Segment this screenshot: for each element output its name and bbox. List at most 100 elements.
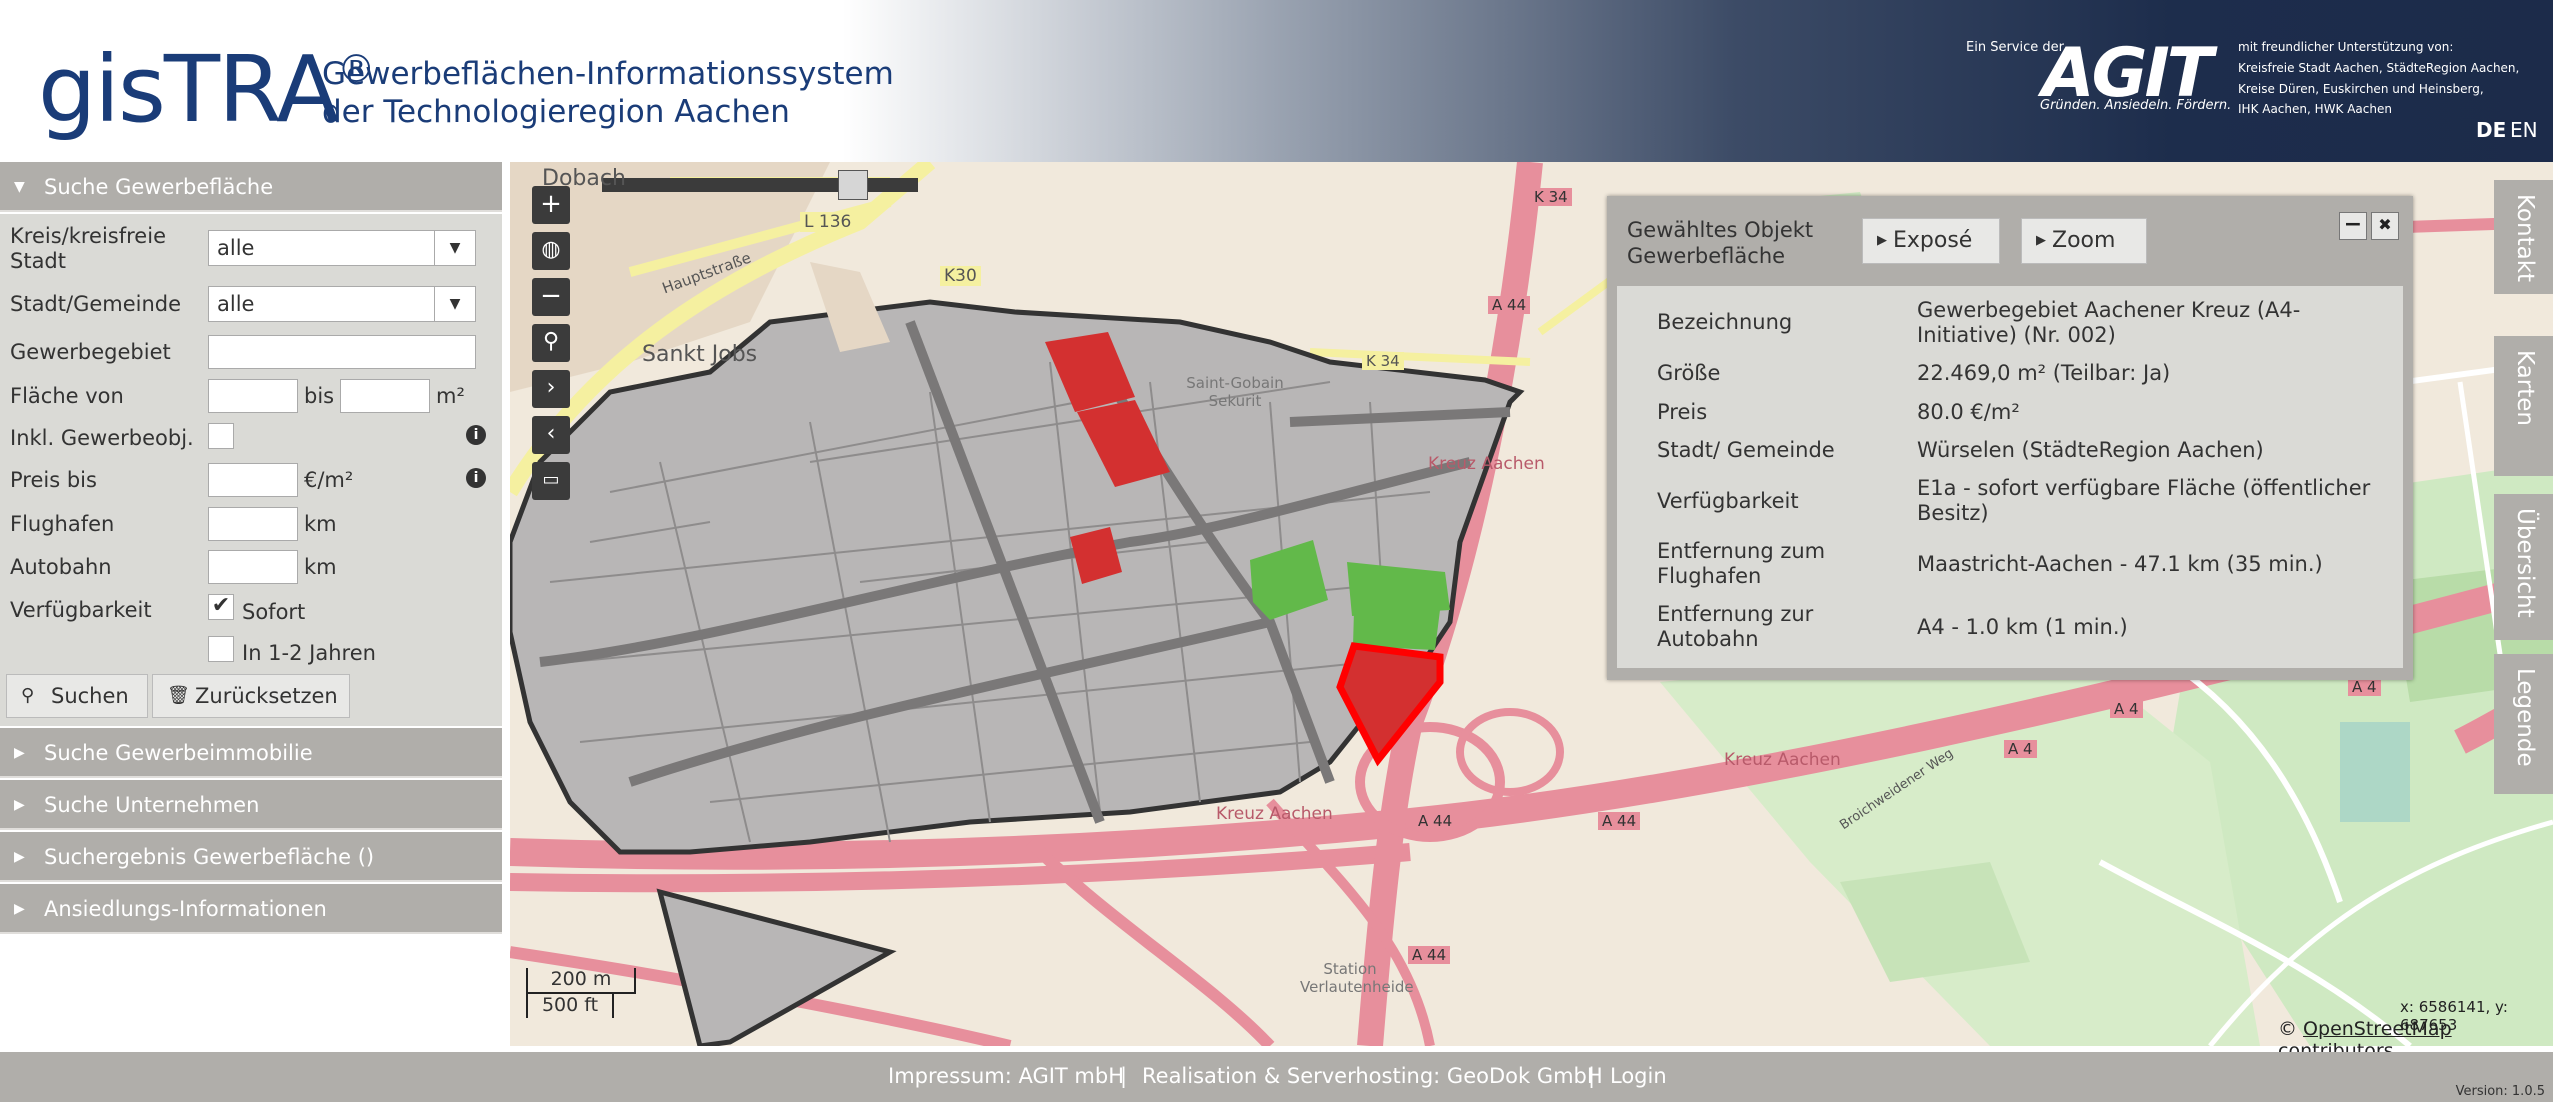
gewerbegebiet-label: Gewerbegebiet [10, 340, 171, 364]
preis-input[interactable] [208, 463, 298, 497]
attr-value: A4 - 1.0 km (1 min.) [1917, 615, 2128, 639]
accordion-suchergebnis[interactable]: ▶ Suchergebnis Gewerbefläche () [0, 832, 502, 882]
magnifier-icon[interactable]: ⚲ [532, 324, 570, 362]
zoom-out-button[interactable]: − [532, 278, 570, 316]
accordion-title: Suche Gewerbefläche [44, 175, 274, 199]
panel-title-2: Gewerbefläche [1627, 244, 1786, 268]
attr-value: 80.0 €/m² [1917, 400, 2020, 424]
flaeche-unit: m² [436, 384, 465, 408]
autobahn-unit: km [304, 555, 337, 579]
map-label: Saint-Gobain Sekurit [1186, 374, 1284, 410]
lang-de-link[interactable]: DE [2476, 118, 2506, 142]
zoom-slider-handle[interactable] [838, 170, 868, 200]
agit-tagline: Gründen. Ansiedeln. Fördern. [2040, 98, 2232, 113]
panel-title-1: Gewähltes Objekt [1627, 218, 1814, 242]
caret-right-icon: ▶ [2036, 233, 2046, 248]
info-icon[interactable]: i [466, 468, 486, 488]
flaeche-to-input[interactable] [340, 379, 430, 413]
inkl-label: Inkl. Gewerbeobj. [10, 426, 194, 450]
accordion-unternehmen[interactable]: ▶ Suche Unternehmen [0, 780, 502, 830]
map-label: Kreuz Aachen [1216, 804, 1333, 824]
expose-button[interactable]: ▶ Exposé [1862, 218, 2000, 264]
version-label: Version: 1.0.5 [2455, 1084, 2545, 1099]
info-icon[interactable]: i [466, 425, 486, 445]
back-icon[interactable]: ‹ [532, 416, 570, 454]
map-label: K 34 [1362, 352, 1404, 370]
bis-label: bis [304, 384, 335, 408]
sidebar: ▼ Suche Gewerbefläche Kreis/kreisfreie S… [0, 162, 502, 1052]
map-label: K30 [940, 266, 981, 286]
stadt-select[interactable]: alle ▼ [208, 286, 476, 322]
caret-right-icon: ▶ [1877, 233, 1887, 248]
map-label: A 44 [1598, 812, 1641, 830]
caret-right-icon: ▶ [14, 849, 25, 865]
zoom-in-button[interactable]: + [532, 186, 570, 224]
tab-karten[interactable]: Karten [2494, 336, 2553, 476]
footer: Impressum: AGIT mbH | Realisation & Serv… [0, 1052, 2553, 1102]
preis-label: Preis bis [10, 468, 97, 492]
caret-down-icon: ▼ [14, 179, 25, 195]
footer-separator: | [1120, 1064, 1128, 1088]
support-line: IHK Aachen, HWK Aachen [2238, 102, 2392, 116]
map-label: A 44 [1414, 812, 1457, 830]
zoom-button[interactable]: ▶ Zoom [2021, 218, 2147, 264]
search-icon: ⚲ [21, 685, 35, 706]
globe-icon[interactable]: ◍ [532, 232, 570, 270]
gewerbegebiet-input[interactable] [208, 335, 476, 369]
tab-kontakt[interactable]: Kontakt [2494, 180, 2553, 294]
header-subtitle-1: Gewerbeflächen-Informationssystem [322, 56, 894, 92]
stadt-label: Stadt/Gemeinde [10, 292, 182, 316]
sofort-checkbox[interactable]: ✔ [208, 594, 234, 620]
trash-icon: 🗑 [167, 685, 190, 706]
selected-feature-panel: Gewähltes Objekt Gewerbefläche ▶ Exposé … [1607, 196, 2413, 680]
lang-en-link[interactable]: EN [2510, 118, 2538, 142]
map-label: A 44 [1408, 946, 1451, 964]
map-label: Station Verlautenheide [1300, 960, 1414, 996]
chevron-down-icon: ▼ [434, 231, 475, 265]
jahre-label: In 1-2 Jahren [242, 641, 376, 665]
map-label: A 4 [2004, 740, 2037, 758]
tab-legende[interactable]: Legende [2494, 654, 2553, 794]
attr-key: Bezeichnung [1657, 310, 1793, 334]
caret-right-icon: ▶ [14, 797, 25, 813]
attr-value: E1a - sofort verfügbare Fläche (öffentli… [1917, 476, 2371, 525]
impressum-link[interactable]: Impressum: AGIT mbH [888, 1064, 1124, 1088]
forward-icon[interactable]: › [532, 370, 570, 408]
kreis-select[interactable]: alle ▼ [208, 230, 476, 266]
accordion-ansiedlung[interactable]: ▶ Ansiedlungs-Informationen [0, 884, 502, 934]
map-label: A 4 [2348, 678, 2381, 696]
attr-key: Größe [1657, 361, 1721, 385]
reset-button[interactable]: 🗑 Zurücksetzen [152, 674, 350, 718]
map-label: L 136 [800, 212, 856, 232]
attr-key: Verfügbarkeit [1657, 489, 1799, 513]
tab-uebersicht[interactable]: Übersicht [2494, 494, 2553, 640]
search-button[interactable]: ⚲ Suchen [6, 674, 148, 718]
attr-value: Maastricht-Aachen - 47.1 km (35 min.) [1917, 552, 2323, 576]
flughafen-input[interactable] [208, 507, 298, 541]
minimize-button[interactable]: − [2339, 212, 2367, 240]
accordion-search-area[interactable]: ▼ Suche Gewerbefläche [0, 162, 502, 212]
feature-attributes: Bezeichnung Gewerbegebiet Aachener Kreuz… [1617, 286, 2403, 668]
autobahn-input[interactable] [208, 550, 298, 584]
login-link[interactable]: Login [1610, 1064, 1667, 1088]
attr-key: Entfernung zur Autobahn [1657, 602, 1814, 651]
sofort-label: Sofort [242, 600, 306, 624]
support-line: Kreisfreie Stadt Aachen, StädteRegion Aa… [2238, 61, 2520, 75]
osm-link[interactable]: OpenStreetMap [2303, 1018, 2452, 1040]
ruler-icon[interactable]: ▭ [532, 462, 570, 500]
close-button[interactable]: ✖ [2371, 212, 2399, 240]
zoom-slider[interactable] [602, 178, 918, 192]
realisation-link[interactable]: Realisation & Serverhosting: GeoDok GmbH [1142, 1064, 1603, 1088]
attr-value: 22.469,0 m² (Teilbar: Ja) [1917, 361, 2171, 385]
support-line: Kreise Düren, Euskirchen und Heinsberg, [2238, 82, 2484, 96]
map-label: Kreuz Aachen [1428, 454, 1545, 474]
inkl-checkbox[interactable] [208, 423, 234, 449]
flaeche-label: Fläche von [10, 384, 124, 408]
jahre-checkbox[interactable] [208, 636, 234, 662]
autobahn-label: Autobahn [10, 555, 112, 579]
support-line: mit freundlicher Unterstützung von: [2238, 40, 2454, 54]
search-form: Kreis/kreisfreie Stadt alle ▼ Stadt/Gemei… [0, 214, 502, 726]
attr-value: Würselen (StädteRegion Aachen) [1917, 438, 2264, 462]
flaeche-from-input[interactable] [208, 379, 298, 413]
accordion-gewerbeimmobilie[interactable]: ▶ Suche Gewerbeimmobilie [0, 728, 502, 778]
